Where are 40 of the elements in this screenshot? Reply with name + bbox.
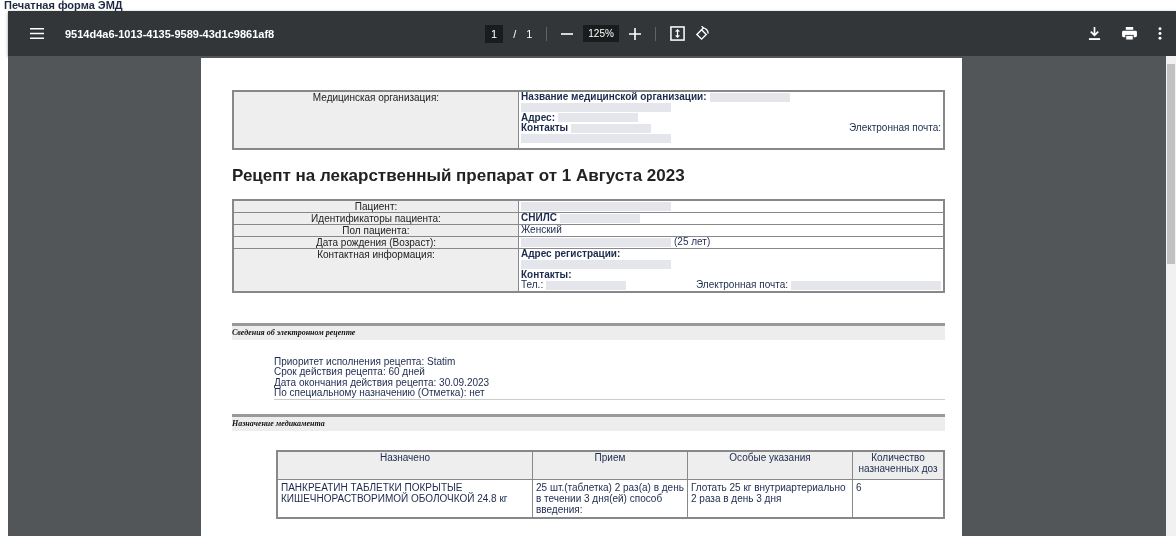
- scrollbar[interactable]: [1166, 56, 1176, 536]
- page-separator: /: [513, 27, 517, 40]
- section-header: Сведения об электронном рецепте: [232, 322, 945, 340]
- page-number-field[interactable]: 1: [485, 24, 504, 43]
- more-options-icon[interactable]: [1158, 27, 1162, 40]
- page-total: 1: [526, 27, 533, 40]
- field-label: Контакты: [521, 123, 569, 134]
- zoom-field[interactable]: 125%: [583, 25, 619, 42]
- info-line: По специальному назначению (Отметка): нет: [274, 388, 486, 399]
- field-value: Электронная почта:: [695, 280, 788, 291]
- field-value: (25 лет): [674, 237, 711, 248]
- section-header: Назначение медикамента: [232, 413, 945, 431]
- field-label: СНИЛС: [521, 213, 557, 224]
- column-header: Назначено: [277, 450, 533, 479]
- field-label: Адрес:: [521, 112, 555, 123]
- field-label: Адрес регистрации:: [521, 249, 621, 260]
- fit-page-icon[interactable]: [669, 26, 685, 41]
- zoom-in-icon[interactable]: [628, 27, 641, 40]
- field-value: Электронная почта:: [848, 123, 941, 134]
- download-icon[interactable]: [1088, 27, 1101, 40]
- column-header: Прием: [532, 450, 688, 479]
- info-line: Дата окончания действия рецепта: 30.09.2023: [274, 377, 491, 388]
- scrollbar-thumb[interactable]: [1167, 64, 1175, 264]
- info-line: Срок действия рецепта: 60 дней: [274, 367, 426, 378]
- table-cell: Контактная информация:: [233, 248, 519, 292]
- column-header: Особые указания: [687, 450, 853, 479]
- file-name: 9514d4a6-1013-4135-9589-43d1c9861af8: [65, 27, 275, 40]
- menu-icon[interactable]: [30, 28, 44, 39]
- rotate-icon[interactable]: [694, 26, 710, 41]
- field-label: Название медицинской организации:: [521, 92, 707, 103]
- page-heading: Печатная форма ЭМД: [3, 0, 124, 11]
- table-cell: Медицинская организация:: [233, 91, 519, 149]
- field-label: Контакты:: [521, 269, 572, 280]
- info-line: Приоритет исполнения рецепта: Statim: [274, 356, 457, 367]
- field-value: Женский: [521, 225, 562, 236]
- print-icon[interactable]: [1122, 27, 1137, 40]
- field-value: Тел.:: [521, 280, 544, 291]
- table-cell: Пациент:: [233, 200, 519, 213]
- column-header: Количество назначенных доз: [852, 450, 944, 479]
- document-title: Рецепт на лекарственный препарат от 1 Августа 2023: [232, 166, 686, 186]
